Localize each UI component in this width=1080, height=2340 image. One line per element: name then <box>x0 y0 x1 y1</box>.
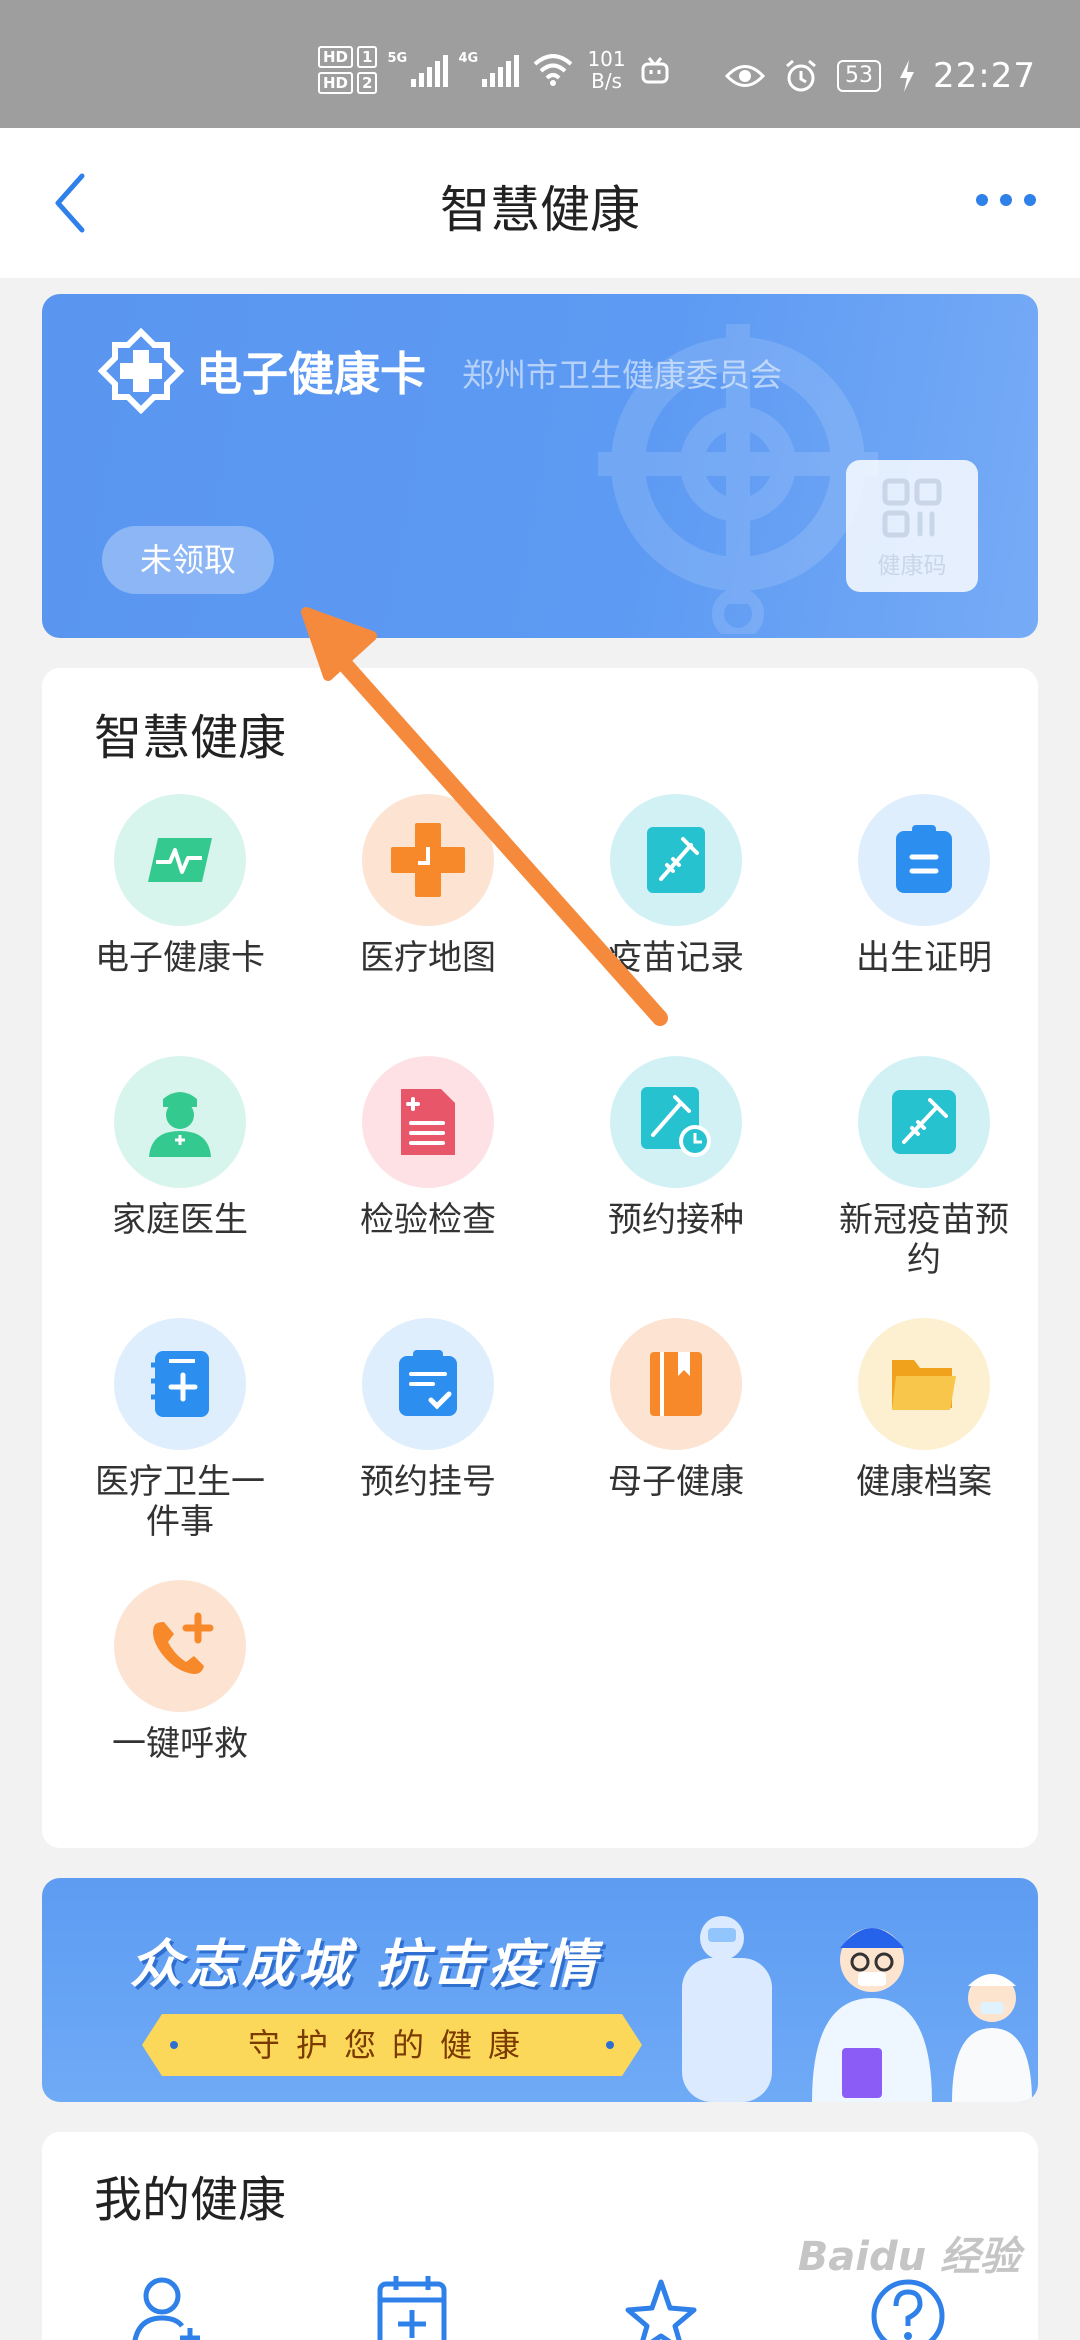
service-label: 家庭医生 <box>112 1200 248 1240</box>
health-code-label: 健康码 <box>877 553 947 579</box>
medical-document-icon <box>362 1056 494 1188</box>
tv-app-icon <box>641 57 669 84</box>
my-health-title: 我的健康 <box>94 2172 287 2228</box>
health-card-issuer: 郑州市卫生健康委员会 <box>462 356 783 394</box>
service-item-medical-one-stop[interactable]: 医疗卫生一件事 <box>56 1318 304 1542</box>
sim1-hd-label: HD <box>318 46 354 68</box>
medical-cross-icon <box>362 794 494 926</box>
heartbeat-card-icon <box>114 794 246 926</box>
service-item-birth-certificate[interactable]: 出生证明 <box>800 794 1048 978</box>
alarm-icon <box>786 59 816 92</box>
health-card[interactable]: 电子健康卡 郑州市卫生健康委员会 未领取 健康码 <box>42 294 1038 638</box>
more-options-icon[interactable] <box>976 194 1036 206</box>
service-label: 母子健康 <box>608 1462 744 1502</box>
banner-ribbon: 守护您的健康 <box>142 2014 642 2076</box>
sim2-slot: 2 <box>357 72 378 94</box>
service-item-health-records[interactable]: 健康档案 <box>800 1318 1048 1502</box>
sim1-slot: 1 <box>357 46 378 68</box>
service-item-health-card[interactable]: 电子健康卡 <box>56 794 304 978</box>
service-label: 检验检查 <box>360 1200 496 1240</box>
net1-label: 5G <box>387 51 408 66</box>
charging-icon <box>900 60 915 92</box>
signal-4g-icon: 4G <box>458 51 520 87</box>
health-code-button[interactable]: 健康码 <box>846 460 978 592</box>
service-item-vaccine-record[interactable]: 疫苗记录 <box>552 794 800 978</box>
services-section: 智慧健康 电子健康卡 医疗地图 疫苗记录 出生证明 家庭医生 检验检查 预约接种… <box>42 668 1038 1848</box>
watermark: Baidu 经验 <box>797 2234 1020 2280</box>
service-label: 疫苗记录 <box>608 938 744 978</box>
service-item-covid-vaccine[interactable]: 新冠疫苗预约 <box>800 1056 1048 1280</box>
status-right: 53 22:27 <box>725 56 1036 96</box>
calendar-add-icon[interactable] <box>376 2272 448 2340</box>
service-item-lab-tests[interactable]: 检验检查 <box>304 1056 552 1240</box>
banner-headline: 众志成城 抗击疫情 <box>130 1935 601 1995</box>
medical-notebook-icon <box>114 1318 246 1450</box>
vaccine-record-icon <box>610 794 742 926</box>
health-card-title: 电子健康卡 <box>196 347 426 401</box>
service-item-maternal-child[interactable]: 母子健康 <box>552 1318 800 1502</box>
nav-bar: 智慧健康 <box>0 128 1080 278</box>
speed-unit: B/s <box>591 69 622 93</box>
service-label: 新冠疫苗预约 <box>839 1200 1009 1280</box>
banner-subline: 守护您的健康 <box>247 2026 536 2064</box>
help-icon[interactable] <box>868 2272 948 2340</box>
service-item-family-doctor[interactable]: 家庭医生 <box>56 1056 304 1240</box>
medical-staff-illustration <box>682 1916 1032 2102</box>
service-item-emergency-call[interactable]: 一键呼救 <box>56 1580 304 1764</box>
clock: 22:27 <box>933 56 1036 96</box>
qr-code-icon <box>882 478 942 538</box>
covid-vaccine-icon <box>858 1056 990 1188</box>
speed-value: 101 <box>587 47 626 71</box>
sim2-hd-label: HD <box>318 72 354 94</box>
sim-indicators: HD 1 HD 2 <box>318 46 378 94</box>
net2-label: 4G <box>458 51 479 66</box>
anti-epidemic-banner[interactable]: 众志成城 抗击疫情 守护您的健康 <box>42 1878 1038 2102</box>
service-label: 健康档案 <box>856 1462 992 1502</box>
battery-level: 53 <box>837 60 882 92</box>
folder-icon <box>858 1318 990 1450</box>
network-speed: 101 B/s <box>587 48 625 92</box>
doctor-icon <box>114 1056 246 1188</box>
page-title: 智慧健康 <box>440 181 640 239</box>
service-label: 医疗地图 <box>360 938 496 978</box>
service-item-appointment[interactable]: 预约挂号 <box>304 1318 552 1502</box>
service-label: 医疗卫生一件事 <box>95 1462 265 1542</box>
add-user-icon[interactable] <box>128 2272 208 2340</box>
star-icon[interactable] <box>624 2272 698 2340</box>
emergency-call-icon <box>114 1580 246 1712</box>
claim-status-button[interactable]: 未领取 <box>102 526 274 594</box>
service-label: 出生证明 <box>856 938 992 978</box>
service-item-vaccination-booking[interactable]: 预约接种 <box>552 1056 800 1240</box>
eye-icon <box>725 65 766 87</box>
service-label: 电子健康卡 <box>95 938 265 978</box>
vaccine-schedule-icon <box>610 1056 742 1188</box>
service-label: 一键呼救 <box>112 1724 248 1764</box>
service-label: 预约挂号 <box>360 1462 496 1502</box>
status-left: HD 1 HD 2 5G 4G 101 B/s <box>318 46 670 94</box>
service-item-medical-map[interactable]: 医疗地图 <box>304 794 552 978</box>
status-bar: HD 1 HD 2 5G 4G 101 B/s 53 22:27 <box>0 0 1080 128</box>
services-title: 智慧健康 <box>94 710 287 766</box>
health-card-logo-icon <box>98 328 184 414</box>
wifi-icon <box>534 54 573 86</box>
clipboard-icon <box>858 794 990 926</box>
appointment-clipboard-icon <box>362 1318 494 1450</box>
maternal-book-icon <box>610 1318 742 1450</box>
signal-5g-icon: 5G <box>387 51 449 87</box>
service-label: 预约接种 <box>608 1200 744 1240</box>
